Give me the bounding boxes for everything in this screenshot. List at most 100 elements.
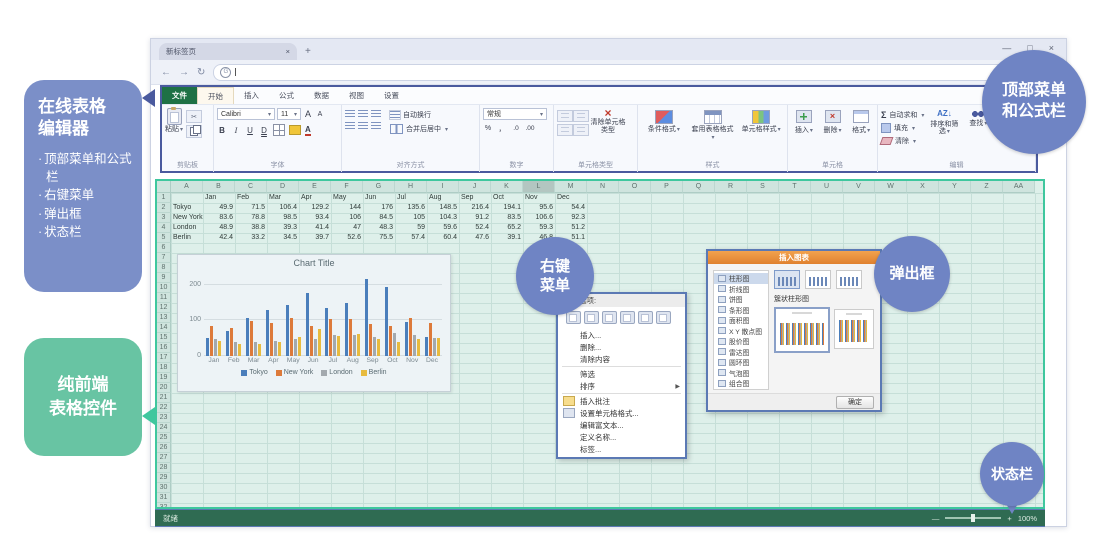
column-header-P[interactable]: P: [651, 181, 683, 193]
cell-checkbox-icon[interactable]: [573, 110, 589, 122]
sort-filter-button[interactable]: AZ↓ 排序和筛选: [927, 108, 961, 136]
zoom-out-icon[interactable]: —: [932, 514, 940, 523]
sheet-cell[interactable]: Aug: [427, 193, 459, 203]
sheet-cell[interactable]: Oct: [491, 193, 523, 203]
column-header-C[interactable]: C: [235, 181, 267, 193]
context-menu-item[interactable]: 排序▶: [558, 380, 685, 392]
subtype-thumb-clustered[interactable]: [774, 270, 800, 289]
zoom-in-icon[interactable]: +: [1007, 514, 1011, 523]
sheet-cell[interactable]: 93.4: [299, 213, 331, 223]
column-header-B[interactable]: B: [203, 181, 235, 193]
sheet-cell[interactable]: 48.9: [203, 223, 235, 233]
font-size-select[interactable]: 11: [277, 108, 301, 120]
chart-type-item[interactable]: 股价图: [714, 336, 768, 347]
reload-icon[interactable]: ↻: [197, 67, 205, 78]
sheet-cell[interactable]: 148.5: [427, 203, 459, 213]
column-header-X[interactable]: X: [907, 181, 939, 193]
subtype-thumb-stacked[interactable]: [805, 270, 831, 289]
paste-option-icon[interactable]: [638, 311, 653, 324]
chart-type-item[interactable]: 面积图: [714, 315, 768, 326]
sheet-cell[interactable]: 84.5: [363, 213, 395, 223]
sheet-cell[interactable]: 216.4: [459, 203, 491, 213]
comma-style-button[interactable]: ，: [497, 123, 507, 134]
font-name-select[interactable]: Calibri: [217, 108, 275, 120]
sheet-cell[interactable]: London: [171, 223, 203, 233]
chart-type-item[interactable]: 圆环图: [714, 357, 768, 368]
ribbon-tab-5[interactable]: 视图: [339, 87, 374, 104]
context-menu-item[interactable]: 清除内容: [558, 353, 685, 365]
ribbon-tab-1[interactable]: 开始: [197, 87, 234, 104]
row-header-21[interactable]: 21: [157, 393, 171, 403]
sheet-cell[interactable]: 91.2: [459, 213, 491, 223]
row-header-5[interactable]: 5: [157, 233, 171, 243]
column-header-A[interactable]: A: [171, 181, 203, 193]
align-center-icon[interactable]: [358, 122, 368, 130]
sheet-cell[interactable]: 194.1: [491, 203, 523, 213]
sheet-cell[interactable]: 42.4: [203, 233, 235, 243]
row-header-20[interactable]: 20: [157, 383, 171, 393]
paste-option-icon[interactable]: [566, 311, 581, 324]
window-minimize-button[interactable]: —: [1002, 43, 1011, 53]
sheet-cell[interactable]: Jul: [395, 193, 427, 203]
zoom-slider-thumb[interactable]: [971, 514, 975, 522]
double-underline-button[interactable]: D: [259, 125, 269, 136]
autosum-button[interactable]: Σ 自动求和: [881, 110, 924, 120]
subtype-thumb-percent[interactable]: [836, 270, 862, 289]
sheet-cell[interactable]: 48.3: [363, 223, 395, 233]
fill-color-icon[interactable]: [289, 125, 301, 135]
column-header-AA[interactable]: AA: [1003, 181, 1035, 193]
sheet-cell[interactable]: 129.2: [299, 203, 331, 213]
align-bottom-icon[interactable]: [371, 110, 381, 118]
sheet-cell[interactable]: 98.5: [267, 213, 299, 223]
chart-type-item[interactable]: 气泡图: [714, 368, 768, 379]
select-all-corner[interactable]: [157, 181, 171, 193]
context-menu-item[interactable]: 标签...: [558, 443, 685, 455]
context-menu-item[interactable]: 删除...: [558, 341, 685, 353]
row-header-1[interactable]: 1: [157, 193, 171, 203]
conditional-format-button[interactable]: 条件格式: [641, 108, 687, 134]
row-header-29[interactable]: 29: [157, 473, 171, 483]
row-header-10[interactable]: 10: [157, 283, 171, 293]
sheet-cell[interactable]: 71.5: [235, 203, 267, 213]
sheet-cell[interactable]: Feb: [235, 193, 267, 203]
format-cells-button[interactable]: 格式: [848, 108, 874, 135]
sheet-cell[interactable]: 59.6: [427, 223, 459, 233]
clear-cell-type-button[interactable]: × 清除单元格类型: [590, 108, 626, 134]
chart-type-item[interactable]: 折线图: [714, 284, 768, 295]
row-header-11[interactable]: 11: [157, 293, 171, 303]
sheet-cell[interactable]: 41.4: [299, 223, 331, 233]
sheet-cell[interactable]: 39.3: [267, 223, 299, 233]
column-header-R[interactable]: R: [715, 181, 747, 193]
align-middle-icon[interactable]: [358, 110, 368, 118]
context-menu-item[interactable]: 定义名称...: [558, 431, 685, 443]
delete-cells-button[interactable]: × 删除: [820, 108, 846, 135]
chart-type-item[interactable]: 饼图: [714, 294, 768, 305]
row-header-15[interactable]: 15: [157, 333, 171, 343]
copy-button[interactable]: [186, 125, 202, 138]
column-header-Q[interactable]: Q: [683, 181, 715, 193]
sheet-cell[interactable]: 51.2: [555, 223, 587, 233]
column-header-V[interactable]: V: [843, 181, 875, 193]
row-header-18[interactable]: 18: [157, 363, 171, 373]
italic-button[interactable]: I: [231, 125, 241, 136]
sheet-cell[interactable]: Dec: [555, 193, 587, 203]
row-header-25[interactable]: 25: [157, 433, 171, 443]
sheet-cell[interactable]: 65.2: [491, 223, 523, 233]
align-left-icon[interactable]: [345, 122, 355, 130]
cell-hyperlink-icon[interactable]: [573, 124, 589, 136]
sheet-cell[interactable]: 106: [331, 213, 363, 223]
row-header-3[interactable]: 3: [157, 213, 171, 223]
context-menu-item[interactable]: 筛选: [558, 368, 685, 380]
sheet-cell[interactable]: Jan: [203, 193, 235, 203]
column-header-S[interactable]: S: [747, 181, 779, 193]
number-format-select[interactable]: 常规: [483, 108, 547, 120]
column-header-F[interactable]: F: [331, 181, 363, 193]
row-header-26[interactable]: 26: [157, 443, 171, 453]
column-header-D[interactable]: D: [267, 181, 299, 193]
row-header-13[interactable]: 13: [157, 313, 171, 323]
column-header-L[interactable]: L: [523, 181, 555, 193]
sheet-cell[interactable]: Nov: [523, 193, 555, 203]
sheet-cell[interactable]: 106.4: [267, 203, 299, 213]
column-header-K[interactable]: K: [491, 181, 523, 193]
clear-button[interactable]: 清除: [881, 136, 924, 146]
